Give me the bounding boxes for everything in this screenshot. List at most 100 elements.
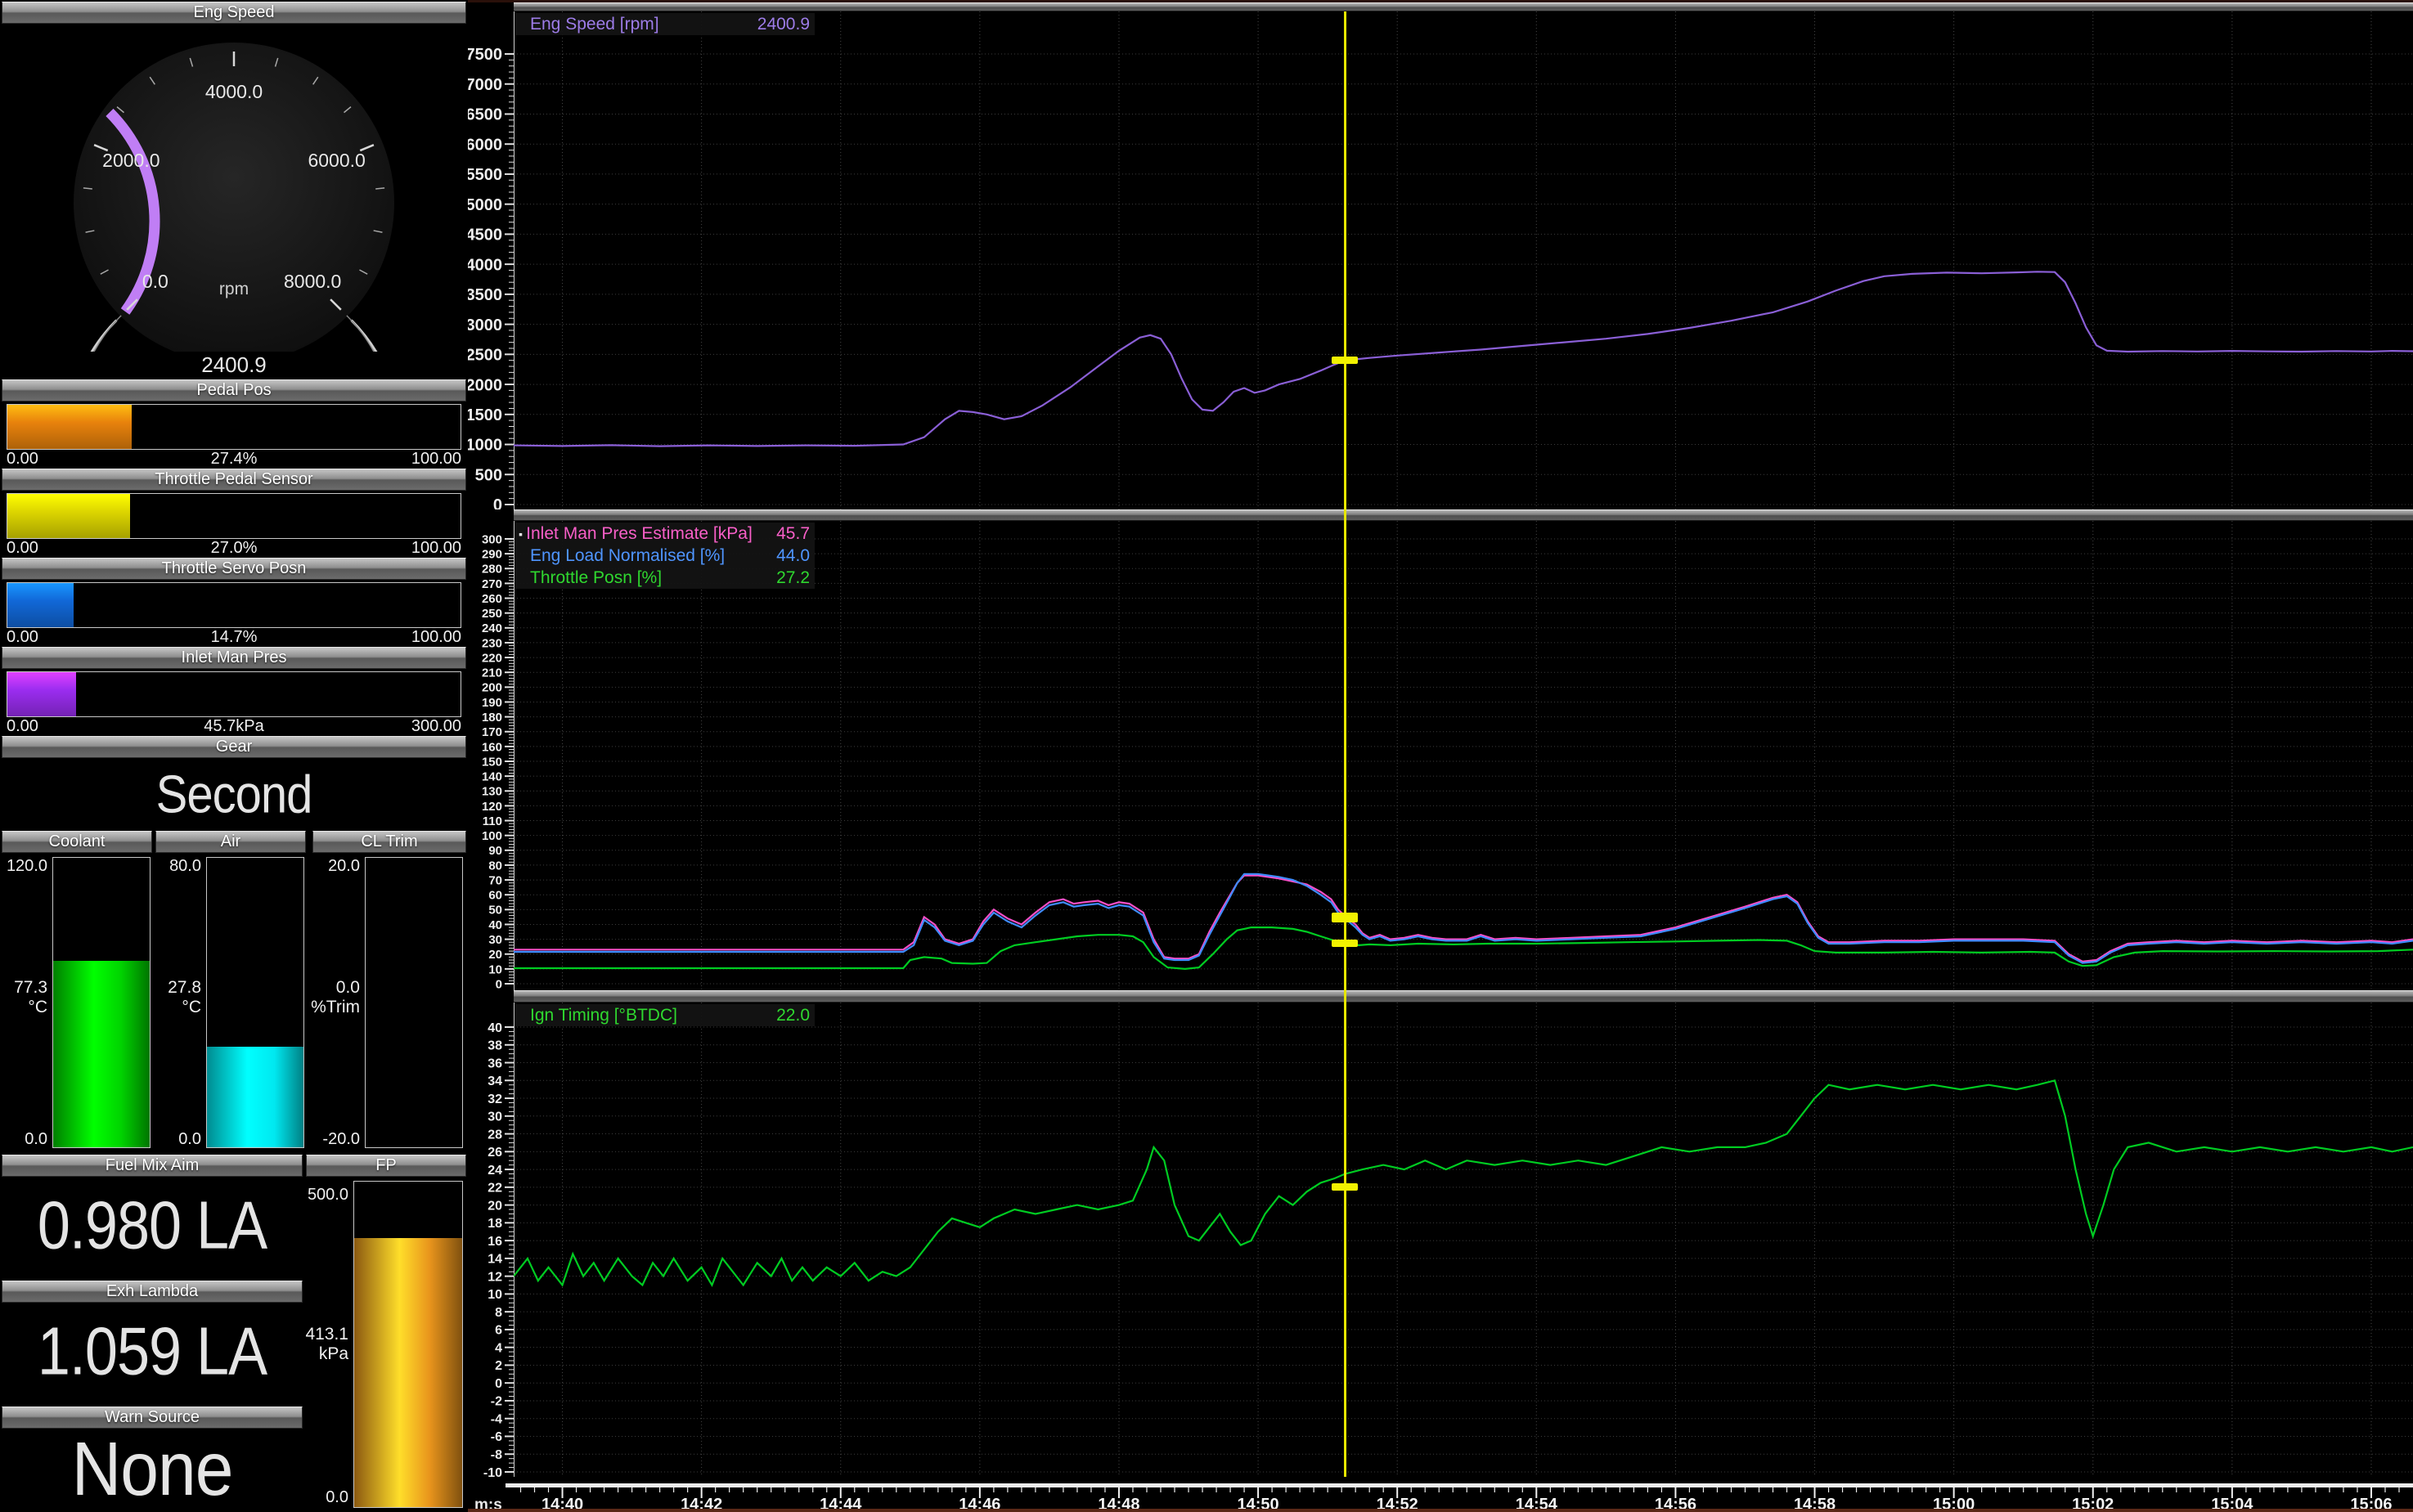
svg-text:6000.0: 6000.0 [308,150,365,171]
channel-name: Eng Speed [rpm] [530,15,731,34]
svg-text:5000: 5000 [468,196,502,214]
cl-trim-min: -20.0 [306,1130,360,1149]
svg-text:290: 290 [482,548,502,562]
svg-text:14:50: 14:50 [1238,1496,1279,1509]
svg-text:70: 70 [488,873,502,887]
time-axis[interactable]: 14:4014:4214:4414:4614:4814:5014:5214:54… [468,1477,2413,1509]
legend-row[interactable]: Throttle Posn [%]27.2 [515,567,815,589]
legend-row[interactable]: Ign Timing [°BTDC]22.0 [515,1004,815,1026]
inlet-man-pres-bar [7,671,461,717]
legend-row[interactable]: Eng Speed [rpm]2400.9 [515,13,815,35]
pedal-pos-bar [7,404,461,450]
top-splitter[interactable] [514,2,2413,11]
svg-text:2000.0: 2000.0 [102,150,160,171]
svg-text:4: 4 [495,1341,502,1355]
chart1-plot[interactable] [514,11,2413,509]
tps-max: 100.00 [411,539,461,558]
svg-text:34: 34 [488,1075,502,1088]
svg-text:28: 28 [488,1128,502,1142]
cursor-value-marker [1332,357,1358,364]
inlet-value: 45.7kPa [0,717,468,736]
channel-name: Eng Load Normalised [%] [530,546,731,566]
coolant-max: 120.0 [0,857,47,876]
svg-text:15:04: 15:04 [2211,1496,2253,1509]
svg-text:22: 22 [488,1182,502,1196]
pedal-pos-scale: 0.00 27.4% 100.00 [0,450,468,468]
air-max: 80.0 [154,857,201,876]
chart3-plot[interactable] [514,1003,2413,1477]
cursor-value-marker [1332,940,1358,947]
svg-text:36: 36 [488,1057,502,1070]
motec-dash-logger-window: Eng Speed 0.02000.04000.06000.08000.0rpm… [0,0,2413,1512]
sidebar: Eng Speed 0.02000.04000.06000.08000.0rpm… [0,0,468,1512]
cursor-value-marker [1332,1183,1358,1191]
channel-name: Inlet Man Pres Estimate [kPa] [526,524,753,544]
svg-text:80: 80 [488,859,502,873]
time-cursor[interactable] [1344,11,1346,1477]
fp-gauge [353,1181,463,1508]
svg-text:300: 300 [482,532,502,546]
svg-text:120: 120 [482,800,502,814]
svg-text:90: 90 [488,844,502,858]
svg-text:30: 30 [488,1110,502,1124]
eng-speed-dial: 0.02000.04000.06000.08000.0rpm [0,25,468,352]
svg-text:250: 250 [482,607,502,621]
svg-text:2500: 2500 [468,347,502,365]
throttle-pedal-sensor-bar [7,493,461,539]
chart2-legend[interactable]: ▪Inlet Man Pres Estimate [kPa]45.7Eng Lo… [515,523,815,589]
air-unit: °C [182,998,201,1016]
svg-text:40: 40 [488,918,502,932]
chart-area[interactable]: 0500100015002000250030003500400045005000… [468,0,2413,1512]
fp-max: 500.0 [299,1186,348,1205]
svg-text:7000: 7000 [468,76,502,94]
svg-text:6000: 6000 [468,136,502,154]
eng-speed-gauge: 0.02000.04000.06000.08000.0rpm 2400.9 [0,25,468,378]
svg-text:0.0: 0.0 [142,271,169,292]
coolant-unit: °C [28,998,47,1016]
svg-text:14:44: 14:44 [820,1496,862,1509]
gear-value: Second [0,755,468,833]
chart2-plot[interactable] [514,521,2413,990]
chart1-legend[interactable]: Eng Speed [rpm]2400.9 [515,13,815,35]
svg-text:2000: 2000 [468,376,502,394]
throttle-servo-posn-title: Throttle Servo Posn [2,558,466,580]
svg-text:14:58: 14:58 [1794,1496,1836,1509]
chart-splitter-2[interactable] [514,990,2413,1003]
svg-text:270: 270 [482,577,502,591]
svg-text:3000: 3000 [468,316,502,334]
channel-cursor-value: 45.7 [753,524,815,544]
air-min: 0.0 [154,1130,201,1149]
chart2-y-axis: 0102030405060708090100110120130140150160… [468,521,514,990]
fp-value-num: 413.1 [305,1325,348,1344]
chart-splitter-1[interactable] [514,509,2413,521]
legend-row[interactable]: ▪Inlet Man Pres Estimate [kPa]45.7 [515,523,815,545]
svg-text:1500: 1500 [468,406,502,424]
legend-row[interactable]: Eng Load Normalised [%]44.0 [515,545,815,567]
air-value: 27.8°C [154,978,201,1017]
tps-value: 27.0% [0,539,468,558]
svg-text:32: 32 [488,1092,502,1106]
svg-text:0: 0 [493,496,502,509]
chart3-legend[interactable]: Ign Timing [°BTDC]22.0 [515,1004,815,1026]
svg-text:240: 240 [482,621,502,635]
svg-text:14:56: 14:56 [1655,1496,1696,1509]
svg-text:-2: -2 [491,1395,502,1409]
svg-text:14:52: 14:52 [1377,1496,1418,1509]
svg-text:14: 14 [488,1253,502,1267]
throttle-servo-posn-bar [7,582,461,628]
svg-text:26: 26 [488,1146,502,1160]
svg-text:12: 12 [488,1270,502,1284]
warn-source-value: None [0,1425,304,1512]
fp-title: FP [306,1155,466,1177]
fp-unit: kPa [319,1344,348,1363]
inlet-man-pres-title: Inlet Man Pres [2,647,466,669]
channel-cursor-value: 22.0 [731,1006,815,1025]
cl-trim-value: 0.0%Trim [304,978,360,1017]
channel-name: Throttle Posn [%] [530,568,731,588]
air-gauge [206,857,304,1148]
throttle-pedal-sensor-title: Throttle Pedal Sensor [2,469,466,491]
svg-text:20: 20 [488,1199,502,1213]
bottom-border-line [468,1509,2413,1512]
svg-text:20: 20 [488,948,502,962]
servo-max: 100.00 [411,628,461,647]
